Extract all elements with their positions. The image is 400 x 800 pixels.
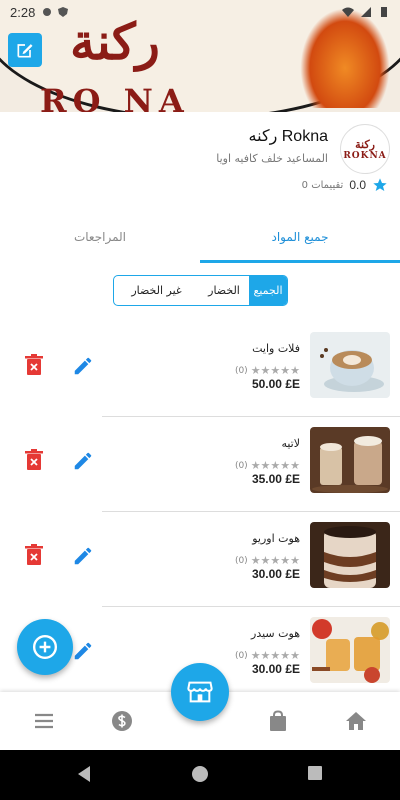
cover-latin-logo: RO NA <box>40 82 190 112</box>
edit-product-button[interactable] <box>72 640 94 662</box>
store-address: المساعيد خلف كافيه اويا <box>216 152 328 165</box>
edit-cover-button[interactable] <box>8 33 42 67</box>
store-button[interactable] <box>171 663 229 721</box>
rating-value: 0.0 <box>349 178 366 192</box>
store-logo-latin: ROKNA <box>343 150 387 161</box>
delete-product-button[interactable] <box>24 449 44 471</box>
product-rating: (0) ★★★★★ <box>235 649 300 662</box>
status-notification-icons <box>41 6 69 18</box>
product-item[interactable]: هوت اوريو (0) ★★★★★ 30.00 £E <box>0 512 400 607</box>
edit-product-button[interactable] <box>72 545 94 567</box>
store-logo[interactable]: ركنة ROKNA <box>340 124 390 174</box>
product-name: هوت اوريو <box>252 532 300 545</box>
filter-non-vegetables[interactable]: غير الخضار <box>114 276 199 305</box>
back-icon[interactable] <box>76 765 92 783</box>
store-rating: 0 تقييمات 0.0 <box>302 177 388 193</box>
product-image-hot-cider <box>310 617 390 683</box>
product-rating: (0) ★★★★★ <box>235 364 300 377</box>
delete-product-button[interactable] <box>24 354 44 376</box>
item-filter: الجميع الخضار غير الخضار <box>113 275 288 306</box>
star-icon: ★★★★★ <box>250 459 300 472</box>
battery-icon <box>381 7 387 17</box>
bag-icon[interactable] <box>266 709 290 733</box>
product-rating-count: (0) <box>234 555 248 566</box>
tab-reviews[interactable]: المراجعات <box>0 210 200 264</box>
star-icon: ★★★★★ <box>250 364 300 377</box>
product-rating-count: (0) <box>234 650 248 661</box>
product-rating: (0) ★★★★★ <box>235 554 300 567</box>
product-name: فلات وايت <box>252 342 300 355</box>
filter-all[interactable]: الجميع <box>249 276 287 305</box>
settings-icon <box>43 8 52 16</box>
product-price: 30.00 £E <box>251 567 300 581</box>
store-logo-arabic: ركنة <box>355 137 375 151</box>
ratings-count: 0 تقييمات <box>301 179 344 191</box>
system-navigation-bar <box>0 750 400 800</box>
menu-icon[interactable] <box>32 709 56 733</box>
star-icon: ★★★★★ <box>250 649 300 662</box>
home-button-icon[interactable] <box>191 765 209 783</box>
shield-icon <box>58 7 69 17</box>
store-header: ركنة ROKNA Rokna ركنه المساعيد خلف كافيه… <box>0 112 400 202</box>
product-image-flat-white <box>310 332 390 398</box>
tab-bar: المراجعات جميع المواد <box>0 210 400 264</box>
status-time: 2:28 <box>10 4 36 20</box>
filter-vegetables[interactable]: الخضار <box>199 276 249 305</box>
product-item[interactable]: لاتيه (0) ★★★★★ 35.00 £E <box>0 417 400 512</box>
edit-product-button[interactable] <box>72 450 94 472</box>
dollar-icon[interactable] <box>110 709 134 733</box>
storefront-icon <box>187 681 213 703</box>
recents-icon[interactable] <box>307 765 323 781</box>
delete-product-button[interactable] <box>24 544 44 566</box>
product-image-latte <box>310 427 390 493</box>
add-circle-icon <box>32 634 58 660</box>
add-product-button[interactable] <box>17 619 73 675</box>
product-item[interactable]: فلات وايت (0) ★★★★★ 50.00 £E <box>0 322 400 417</box>
edit-product-button[interactable] <box>72 355 94 377</box>
product-name: هوت سيدر <box>251 627 300 640</box>
wifi-icon <box>342 7 354 17</box>
tab-indicator <box>200 260 400 263</box>
star-icon <box>373 178 387 191</box>
edit-icon <box>17 44 33 58</box>
product-price: 50.00 £E <box>251 377 300 391</box>
product-price: 35.00 £E <box>251 472 300 486</box>
status-bar: 2:28 <box>0 0 400 24</box>
star-icon: ★★★★★ <box>250 554 300 567</box>
product-name: لاتيه <box>281 437 300 450</box>
signal-icon <box>361 7 371 17</box>
product-rating: (0) ★★★★★ <box>235 459 300 472</box>
product-rating-count: (0) <box>234 365 248 376</box>
home-icon[interactable] <box>344 709 368 733</box>
product-rating-count: (0) <box>234 460 248 471</box>
product-image-hot-oreo <box>310 522 390 588</box>
store-name: Rokna ركنه <box>248 128 328 145</box>
tab-all-items[interactable]: جميع المواد <box>200 210 400 264</box>
product-price: 30.00 £E <box>251 662 300 676</box>
